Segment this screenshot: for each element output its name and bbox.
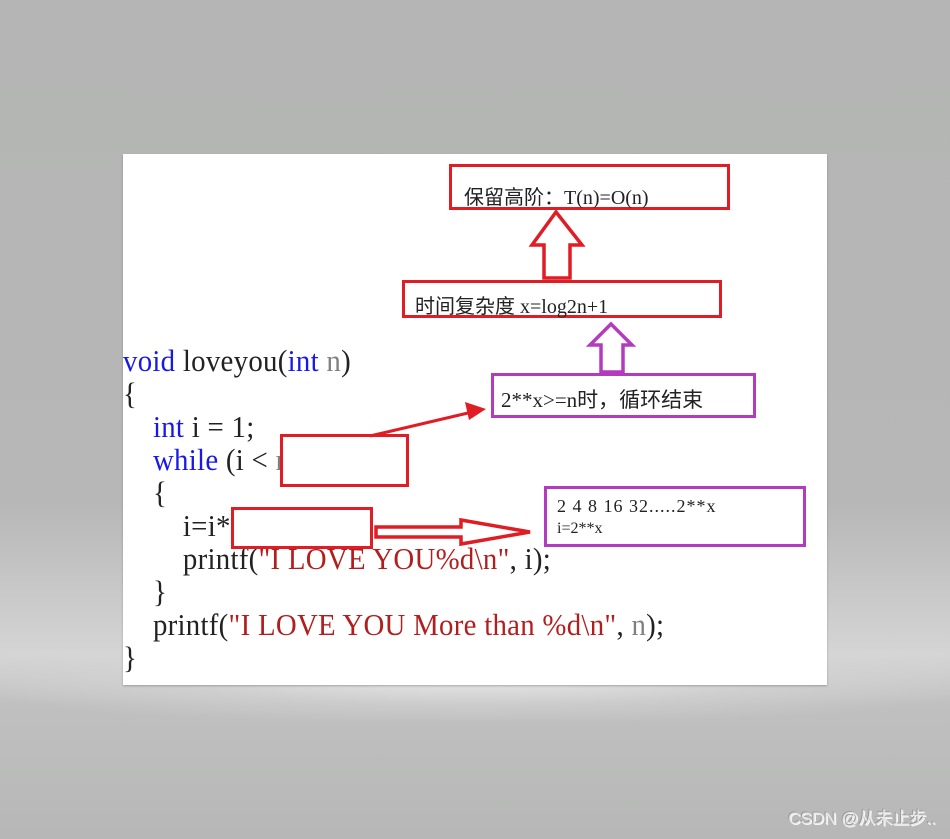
code-text: loveyou( — [175, 343, 288, 378]
watermark: CSDN @从未止步.. — [788, 809, 936, 828]
code-text: } — [123, 640, 138, 675]
code-line: } — [123, 575, 664, 608]
increment-highlight — [231, 507, 373, 549]
code-text: , — [616, 607, 632, 642]
code-text: ) — [341, 343, 351, 378]
code-text: } — [123, 574, 168, 609]
time-complexity-text: 时间复杂度 x=log2n+1 — [415, 296, 609, 318]
code-text: printf( — [123, 607, 229, 642]
code-line: } — [123, 641, 664, 674]
code-keyword: int — [152, 409, 185, 444]
code-string: "I LOVE YOU More than %d\n" — [228, 607, 617, 642]
loop-end-condition-text: 2**x>=n时，循环结束 — [501, 388, 704, 412]
loop-end-condition-box: 2**x>=n时，循环结束 — [491, 373, 756, 418]
code-text: i = 1; — [184, 409, 255, 444]
while-condition-highlight — [280, 434, 409, 487]
code-keyword: void — [123, 343, 176, 378]
code-line: printf("I LOVE YOU More than %d\n", n); — [123, 608, 664, 641]
retain-highest-order-text: 保留高阶：T(n)=O(n) — [464, 187, 649, 209]
sequence-box: 2 4 8 16 32.....2**x i=2**x — [544, 486, 806, 547]
retain-highest-order-box: 保留高阶：T(n)=O(n) — [449, 164, 730, 210]
code-parameter: n — [326, 343, 342, 378]
sequence-line-2: i=2**x — [557, 520, 603, 537]
code-text: { — [123, 376, 138, 411]
code-text: (i < — [218, 442, 276, 477]
code-parameter: n — [631, 607, 647, 642]
code-text: { — [123, 475, 168, 510]
time-complexity-box: 时间复杂度 x=log2n+1 — [402, 280, 722, 318]
code-card: void loveyou(int n){ int i = 1; while (i… — [123, 154, 827, 685]
code-keyword: while — [152, 442, 219, 477]
code-keyword: int — [287, 343, 319, 378]
sequence-line-1: 2 4 8 16 32.....2**x — [557, 496, 717, 516]
code-text: ); — [646, 607, 665, 642]
